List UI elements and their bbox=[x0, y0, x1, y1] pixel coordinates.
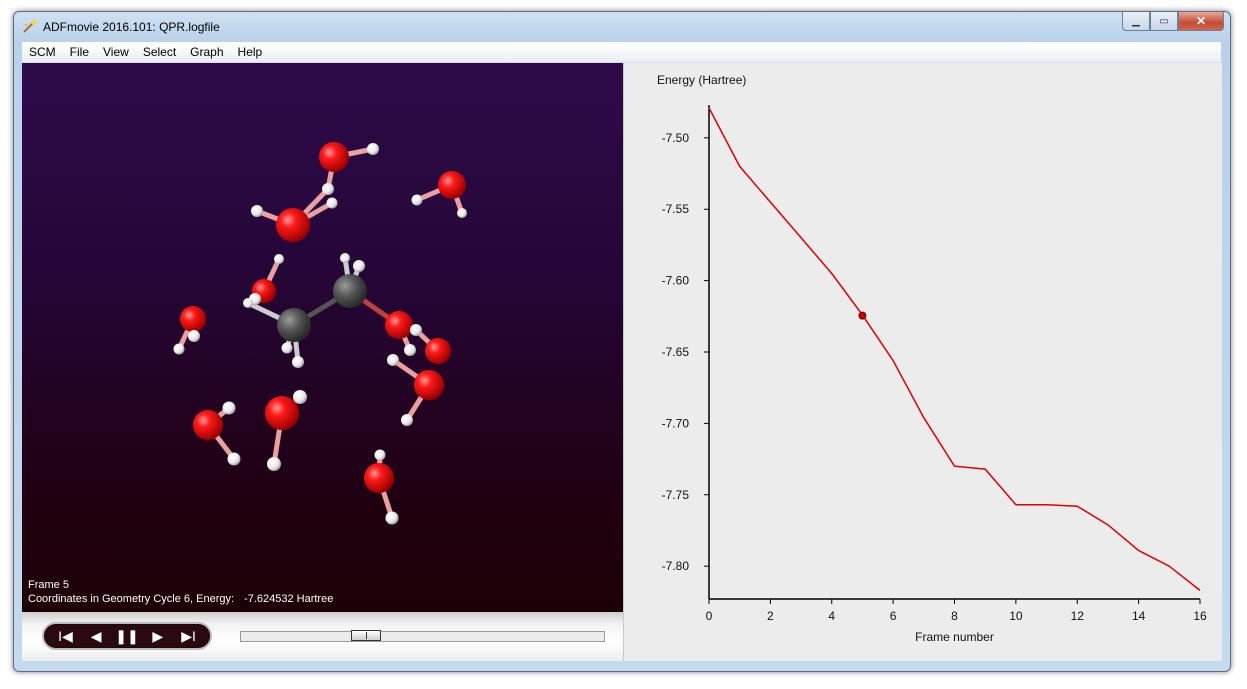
play-icon: ▶ bbox=[152, 627, 164, 644]
oxygen-atom bbox=[414, 370, 444, 400]
coordinates-label: Coordinates in Geometry Cycle 6, Energy: bbox=[28, 593, 235, 605]
hydrogen-atom bbox=[281, 342, 293, 354]
oxygen-atom bbox=[425, 338, 451, 364]
hydrogen-atom bbox=[340, 253, 350, 263]
energy-chart[interactable]: -7.50 -7.55 -7.60 -7.65 -7.70 -7.75 -7.80 0 2 4 6 8… bbox=[624, 63, 1222, 661]
minimize-icon: ▁ bbox=[1132, 15, 1140, 27]
y-tick-label: -7.60 bbox=[662, 274, 690, 288]
molecule-viewer[interactable]: Frame 5 Coordinates in Geometry Cycle 6,… bbox=[22, 63, 623, 612]
energy-graph-panel: -7.50 -7.55 -7.60 -7.65 -7.70 -7.75 -7.80 0 2 4 6 8… bbox=[623, 63, 1222, 661]
hydrogen-atom bbox=[227, 452, 241, 466]
hydrogen-atom bbox=[251, 205, 263, 217]
x-tick-label: 6 bbox=[890, 609, 897, 623]
energy-value: -7.624532 Hartree bbox=[244, 593, 334, 605]
pause-button[interactable]: ❚❚ bbox=[114, 625, 140, 647]
y-tick-label: -7.55 bbox=[662, 202, 690, 216]
hydrogen-atom bbox=[274, 254, 284, 264]
app-window: ADFmovie 2016.101: QPR.logfile ▁ ▭ ✕ SCM… bbox=[13, 11, 1231, 672]
title-bar[interactable]: ADFmovie 2016.101: QPR.logfile ▁ ▭ ✕ bbox=[14, 12, 1230, 42]
menu-help[interactable]: Help bbox=[231, 45, 270, 59]
y-axis-label: Energy (Hartree) bbox=[657, 73, 746, 87]
play-back-icon: ◀ bbox=[90, 627, 102, 644]
x-tick-label: 2 bbox=[767, 609, 774, 623]
y-tick-label: -7.50 bbox=[662, 131, 690, 145]
molecule-canvas[interactable] bbox=[22, 63, 623, 612]
playback-controls: I◀ ◀ ❚❚ ▶ ▶I bbox=[22, 612, 623, 661]
hydrogen-atom bbox=[322, 183, 334, 195]
x-tick-label: 12 bbox=[1071, 609, 1085, 623]
pause-icon: ❚❚ bbox=[115, 627, 139, 644]
previous-frame-button[interactable]: ◀ bbox=[83, 625, 109, 647]
x-axis-label: Frame number bbox=[915, 630, 994, 644]
maximize-button[interactable]: ▭ bbox=[1150, 12, 1178, 31]
frame-info: Frame 5 Coordinates in Geometry Cycle 6,… bbox=[28, 578, 333, 606]
main-content: Frame 5 Coordinates in Geometry Cycle 6,… bbox=[22, 63, 1222, 661]
frame-label: Frame 5 bbox=[28, 579, 69, 591]
hydrogen-atom bbox=[457, 208, 467, 218]
window-title: ADFmovie 2016.101: QPR.logfile bbox=[43, 20, 220, 34]
hydrogen-atom bbox=[293, 390, 307, 404]
oxygen-atom bbox=[385, 311, 413, 339]
frame-slider-handle[interactable] bbox=[350, 630, 381, 641]
oxygen-atom bbox=[265, 396, 299, 430]
y-tick-label: -7.70 bbox=[662, 416, 690, 430]
menu-file[interactable]: File bbox=[63, 45, 96, 59]
skip-forward-icon: ▶I bbox=[181, 627, 196, 644]
oxygen-atom bbox=[193, 410, 223, 440]
next-frame-button[interactable]: ▶ bbox=[145, 625, 171, 647]
hydrogen-atom bbox=[385, 511, 399, 525]
current-frame-marker bbox=[858, 311, 867, 320]
hydrogen-atom bbox=[267, 457, 281, 471]
hydrogen-atom bbox=[243, 298, 253, 308]
hydrogen-atom bbox=[173, 343, 185, 355]
y-tick-label: -7.75 bbox=[662, 488, 690, 502]
frame-slider[interactable] bbox=[240, 630, 605, 642]
hydrogen-atom bbox=[401, 414, 413, 426]
first-frame-button[interactable]: I◀ bbox=[52, 625, 78, 647]
close-button[interactable]: ✕ bbox=[1178, 12, 1224, 31]
oxygen-atom bbox=[438, 171, 466, 199]
adfmovie-app-icon bbox=[23, 20, 37, 33]
hydrogen-atom bbox=[188, 330, 200, 342]
hydrogen-atom bbox=[222, 401, 236, 415]
oxygen-atom bbox=[276, 208, 310, 242]
x-tick-label: 10 bbox=[1009, 609, 1023, 623]
menu-view[interactable]: View bbox=[96, 45, 136, 59]
oxygen-atom bbox=[364, 463, 394, 493]
hydrogen-atom bbox=[292, 356, 304, 368]
menu-bar: SCM File View Select Graph Help bbox=[22, 42, 1221, 63]
close-icon: ✕ bbox=[1195, 14, 1207, 28]
x-tick-label: 16 bbox=[1193, 609, 1207, 623]
oxygen-atom bbox=[319, 142, 349, 172]
hydrogen-atom bbox=[374, 449, 386, 461]
x-tick-label: 0 bbox=[706, 609, 713, 623]
energy-series-line bbox=[708, 107, 1201, 591]
menu-graph[interactable]: Graph bbox=[183, 45, 230, 59]
hydrogen-atom bbox=[387, 354, 399, 366]
hydrogen-atom bbox=[411, 194, 423, 206]
oxygen-atom bbox=[180, 306, 206, 332]
carbon-atom bbox=[333, 274, 367, 308]
x-tick-label: 8 bbox=[951, 609, 958, 623]
x-tick-label: 4 bbox=[828, 609, 835, 623]
minimize-button[interactable]: ▁ bbox=[1122, 12, 1150, 31]
player-buttons: I◀ ◀ ❚❚ ▶ ▶I bbox=[42, 622, 212, 650]
hydrogen-atom bbox=[410, 324, 422, 336]
hydrogen-atom bbox=[367, 143, 379, 155]
x-tick-label: 14 bbox=[1132, 609, 1146, 623]
y-tick-label: -7.65 bbox=[662, 345, 690, 359]
y-tick-label: -7.80 bbox=[662, 559, 690, 573]
last-frame-button[interactable]: ▶I bbox=[176, 625, 202, 647]
hydrogen-atom bbox=[404, 344, 416, 356]
menu-select[interactable]: Select bbox=[136, 45, 183, 59]
hydrogen-atom bbox=[353, 260, 365, 272]
menu-scm[interactable]: SCM bbox=[22, 45, 63, 59]
skip-back-icon: I◀ bbox=[58, 627, 73, 644]
maximize-icon: ▭ bbox=[1159, 15, 1169, 27]
hydrogen-atom bbox=[326, 197, 338, 209]
carbon-atom bbox=[277, 308, 311, 342]
